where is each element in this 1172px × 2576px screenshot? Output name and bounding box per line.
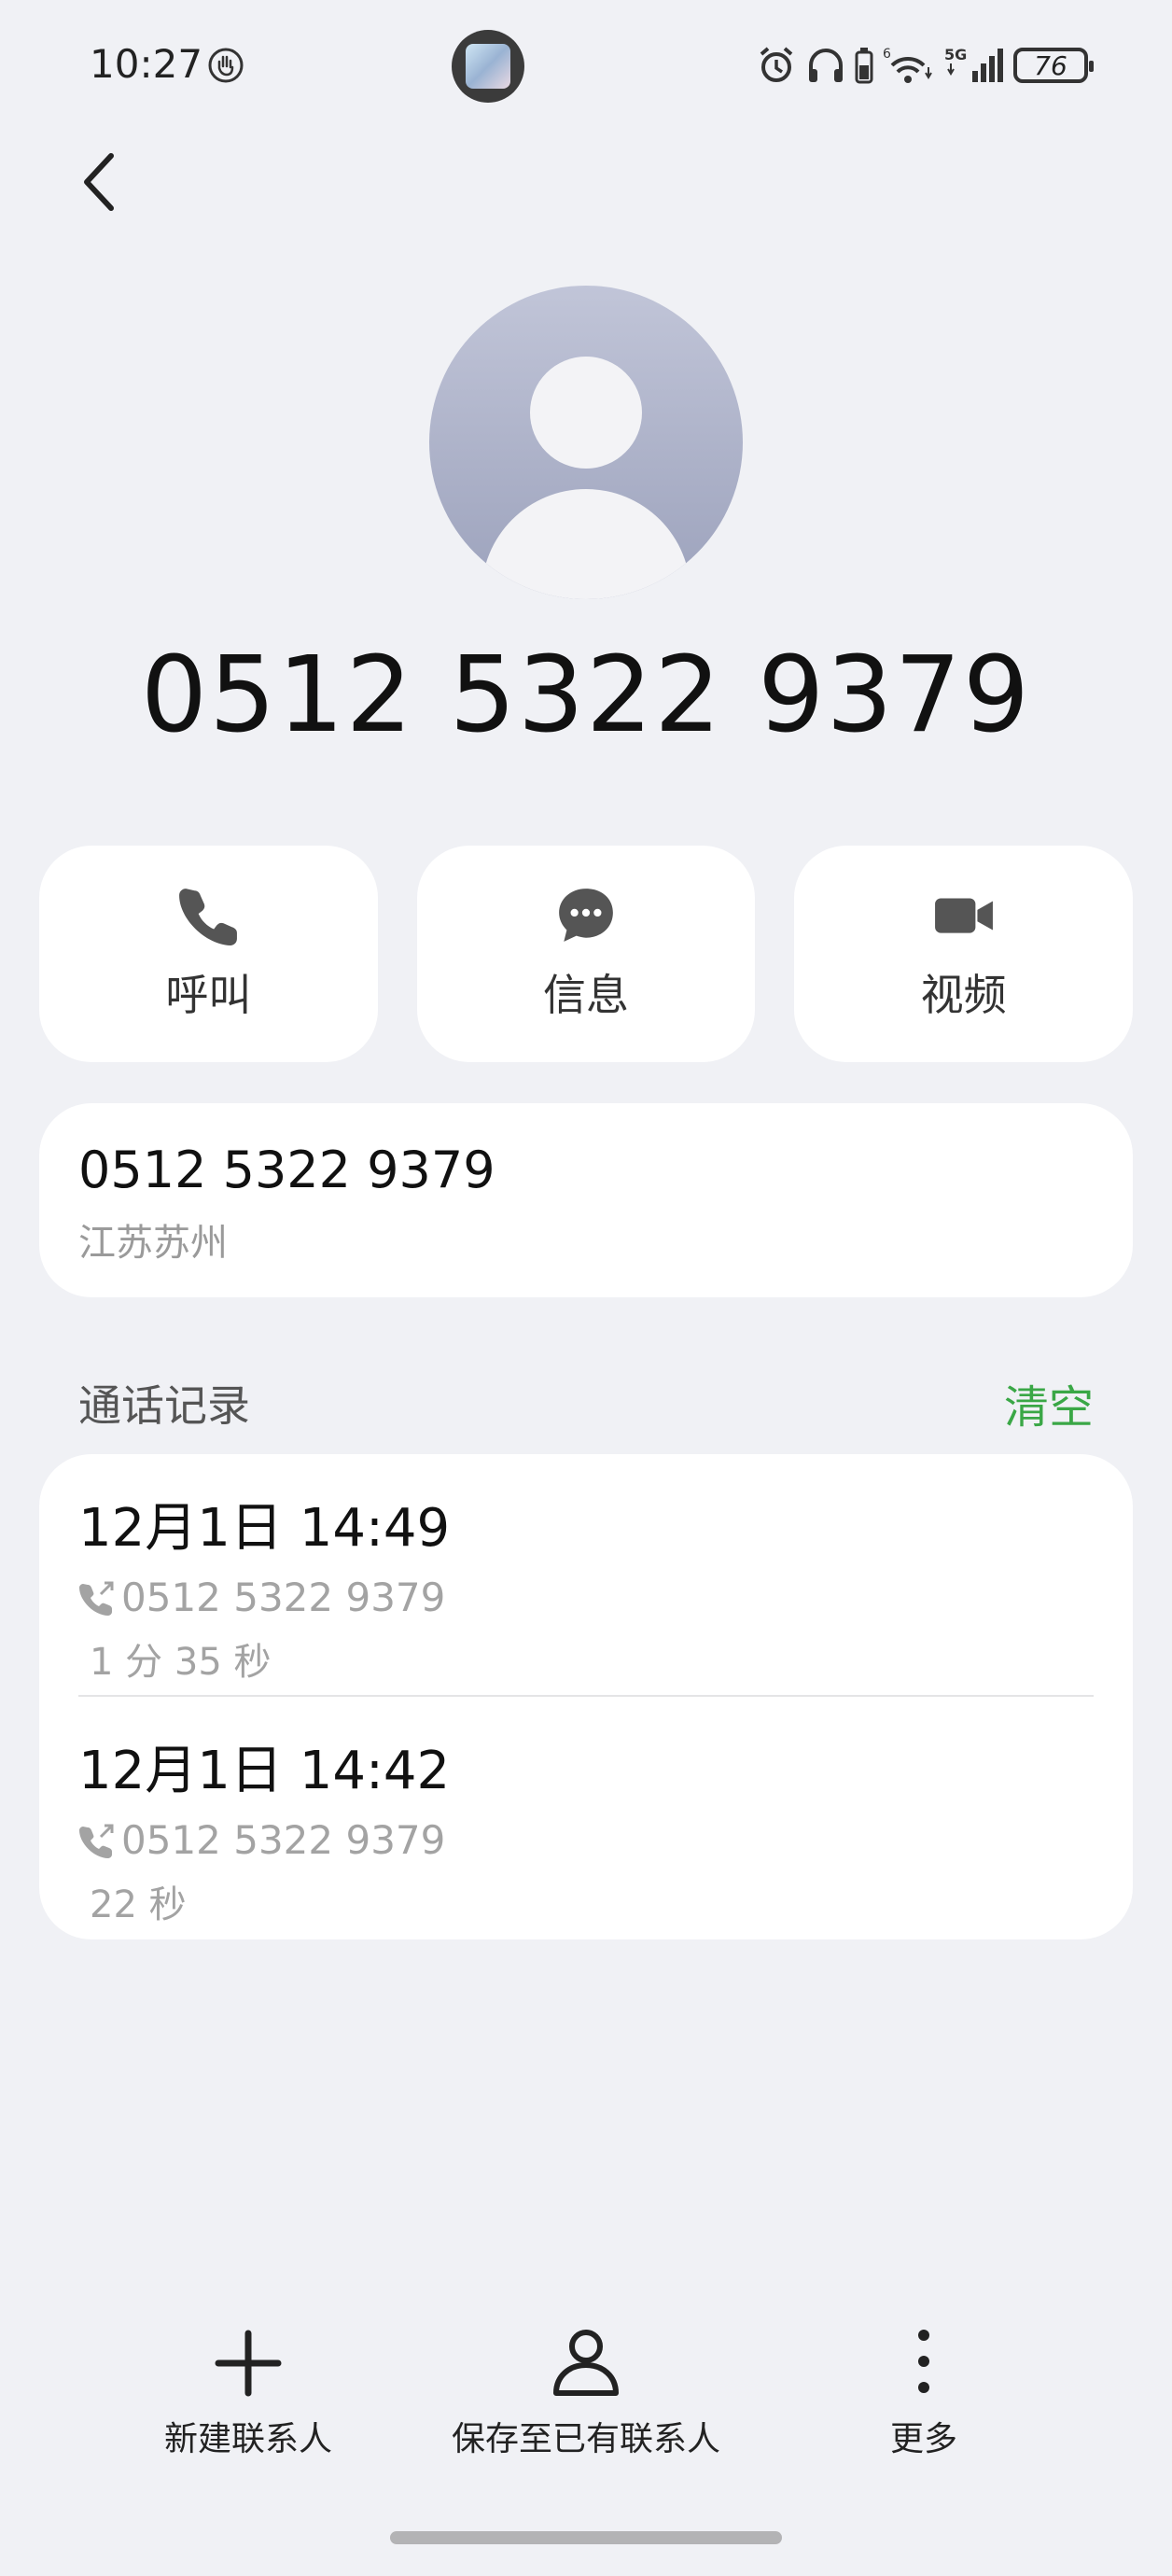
phone-number: 0512 5322 9379 — [78, 1141, 495, 1199]
phone-location: 江苏苏州 — [78, 1222, 228, 1265]
call-duration: 1 分 35 秒 — [90, 1641, 272, 1684]
call-log-item[interactable]: 12月1日 14:42 0512 5322 9379 22 秒 — [78, 1695, 1094, 1936]
battery-level: 76 — [1034, 49, 1067, 81]
video-button[interactable]: 视频 — [794, 846, 1134, 1062]
new-contact-button[interactable]: 新建联系人 — [80, 2324, 416, 2460]
call-button[interactable]: 呼叫 — [39, 846, 378, 1062]
phone-battery-icon — [855, 48, 873, 84]
save-to-existing-label: 保存至已有联系人 — [451, 2420, 720, 2458]
call-log-item[interactable]: 12月1日 14:49 0512 5322 9379 1 分 35 秒 — [78, 1454, 1094, 1695]
new-contact-label: 新建联系人 — [163, 2420, 332, 2458]
call-date: 12月1日 14:49 — [78, 1498, 451, 1559]
call-log-header: 通话记录 清空 — [78, 1370, 1094, 1435]
call-number: 0512 5322 9379 — [121, 1575, 446, 1620]
number-card[interactable]: 0512 5322 9379 江苏苏州 — [39, 1103, 1133, 1297]
contact-title: 0512 5322 9379 — [140, 635, 1032, 756]
app-thumbnail[interactable] — [452, 30, 524, 103]
svg-text:6: 6 — [883, 47, 891, 62]
call-number-row: 0512 5322 9379 — [78, 1817, 1094, 1863]
status-bar: 10:27 6 5G 76 — [0, 0, 1172, 131]
more-button[interactable]: 更多 — [756, 2324, 1092, 2460]
call-label: 呼叫 — [165, 970, 252, 1020]
alarm-icon — [760, 47, 793, 82]
more-vertical-icon — [918, 2330, 929, 2393]
message-button[interactable]: 信息 — [416, 846, 756, 1062]
video-label: 视频 — [920, 970, 1007, 1020]
plus-icon — [215, 2330, 282, 2397]
save-to-existing-button[interactable]: 保存至已有联系人 — [418, 2324, 754, 2460]
call-log-title: 通话记录 — [78, 1380, 250, 1431]
hand-icon — [208, 48, 244, 83]
message-label: 信息 — [543, 970, 629, 1020]
status-time: 10:27 — [90, 41, 203, 87]
call-duration: 22 秒 — [90, 1883, 187, 1926]
chevron-left-icon — [84, 153, 114, 211]
back-button[interactable] — [65, 145, 131, 219]
call-number-row: 0512 5322 9379 — [78, 1575, 1094, 1620]
outgoing-call-icon — [79, 1581, 114, 1616]
call-number: 0512 5322 9379 — [121, 1817, 446, 1863]
more-label: 更多 — [889, 2420, 957, 2458]
action-row: 呼叫 信息 视频 — [39, 846, 1134, 1062]
wifi-icon: 6 — [883, 47, 932, 83]
phone-icon — [179, 889, 238, 945]
call-date: 12月1日 14:42 — [78, 1741, 451, 1801]
bottom-action-bar: 新建联系人 保存至已有联系人 更多 — [0, 2324, 1172, 2473]
battery-icon: 76 — [1013, 48, 1094, 83]
status-icons: 6 5G 76 — [756, 43, 1094, 88]
svg-text:5G: 5G — [944, 46, 967, 63]
person-icon — [553, 2330, 619, 2396]
message-icon — [559, 889, 613, 942]
call-log-list: 12月1日 14:49 0512 5322 9379 1 分 35 秒 12月1… — [39, 1454, 1133, 1939]
clear-button[interactable]: 清空 — [1004, 1370, 1094, 1435]
headphones-icon — [809, 49, 843, 82]
signal-icon: 5G — [944, 46, 1003, 82]
avatar — [429, 286, 743, 599]
video-icon — [934, 898, 993, 933]
home-indicator[interactable] — [390, 2531, 782, 2544]
outgoing-call-icon — [79, 1824, 114, 1858]
